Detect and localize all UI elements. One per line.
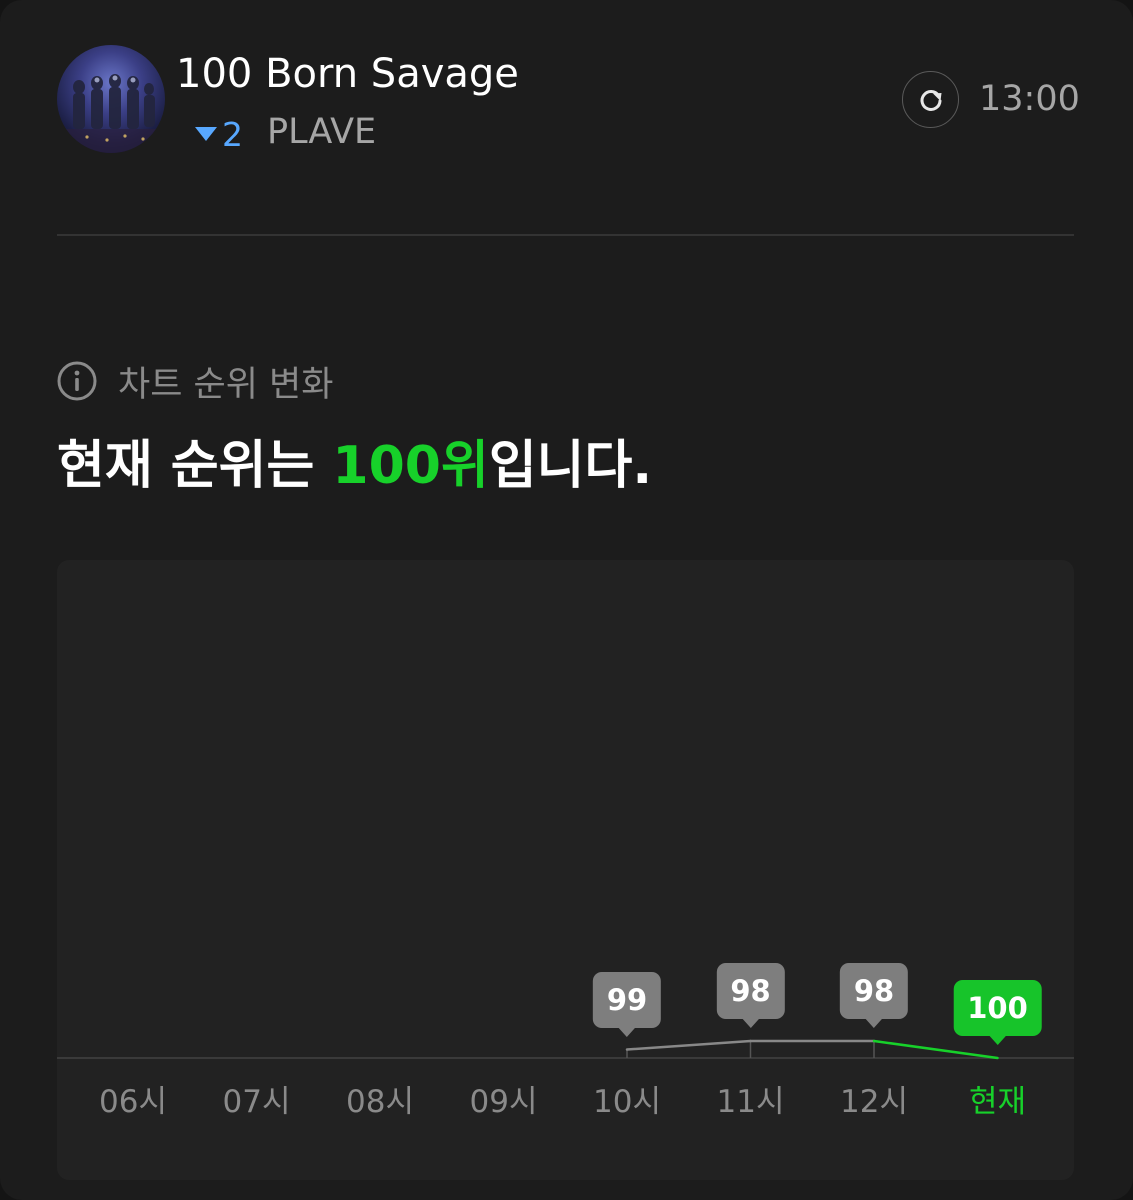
chart-line-segment [625, 1039, 752, 1051]
x-axis-label: 11시 [716, 1084, 785, 1120]
x-axis-label: 10시 [593, 1084, 661, 1120]
x-axis-label: 09시 [469, 1084, 538, 1120]
x-axis-label: 06시 [99, 1084, 167, 1120]
x-axis-labels: 06시 07시 08시 09시 10시 11시 12시 현재 [0, 1078, 1133, 1126]
chart-line-segment [872, 1039, 999, 1060]
x-axis-label: 현재 [968, 1084, 1027, 1120]
chart-rank-card: 100 Born Savage 2 PLAVE 13:00 차트 순위 변화 현… [0, 0, 1133, 1200]
x-axis-label: 12시 [840, 1084, 908, 1120]
rank-data-label[interactable]: 99 [592, 971, 662, 1037]
x-axis-label: 08시 [346, 1084, 414, 1120]
rank-data-label[interactable]: 98 [716, 963, 785, 1028]
rank-data-label[interactable]: 100 [953, 980, 1042, 1045]
x-axis-label: 07시 [222, 1084, 291, 1120]
rank-data-label[interactable]: 98 [839, 963, 909, 1028]
